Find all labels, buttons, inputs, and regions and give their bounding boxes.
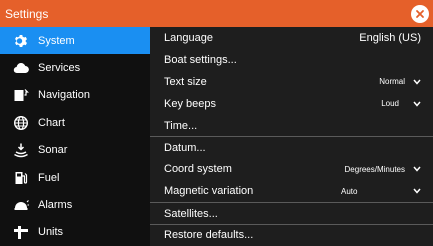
- gear-icon: [12, 32, 30, 50]
- magnetic-variation-dropdown[interactable]: Auto: [337, 183, 421, 200]
- sidebar-item-services[interactable]: Services: [0, 54, 150, 81]
- key-beeps-row: Key beeps Loud: [150, 93, 433, 115]
- boat-settings-label: Boat settings...: [164, 53, 237, 66]
- sidebar-item-label: Units: [38, 226, 64, 239]
- chevron-down-icon: [413, 101, 421, 107]
- sidebar-item-label: Sonar: [38, 144, 68, 157]
- boat-settings-row[interactable]: Boat settings...: [150, 49, 433, 71]
- chevron-down-icon: [413, 79, 421, 85]
- key-beeps-value: Loud: [381, 99, 399, 109]
- window-title: Settings: [5, 6, 49, 21]
- navigation-icon: [12, 86, 30, 104]
- satellites-label: Satellites...: [164, 207, 218, 220]
- close-button[interactable]: [411, 4, 429, 23]
- sidebar-item-label: Alarms: [38, 199, 73, 212]
- language-row[interactable]: Language English (US): [150, 27, 433, 49]
- sidebar-item-label: System: [38, 34, 75, 47]
- settings-sidebar: System Services Navigation Chart Sonar F…: [0, 27, 166, 246]
- key-beeps-label: Key beeps: [164, 97, 216, 110]
- sonar-icon: [12, 141, 30, 159]
- sidebar-item-system[interactable]: System: [0, 27, 166, 55]
- sidebar-item-sonar[interactable]: Sonar: [0, 137, 150, 164]
- time-row[interactable]: Time...: [150, 115, 433, 137]
- chevron-down-icon: [413, 188, 421, 194]
- text-size-label: Text size: [164, 75, 207, 88]
- magnetic-variation-row: Magnetic variation Auto: [150, 180, 433, 202]
- units-icon: [12, 223, 30, 241]
- sidebar-item-fuel[interactable]: Fuel: [0, 164, 150, 191]
- magnetic-variation-label: Magnetic variation: [164, 185, 254, 198]
- datum-row[interactable]: Datum...: [150, 136, 433, 158]
- sidebar-item-label: Services: [38, 62, 81, 75]
- datum-label: Datum...: [164, 141, 206, 154]
- language-label: Language: [164, 31, 213, 44]
- text-size-dropdown[interactable]: Normal: [379, 73, 421, 90]
- title-bar: Settings: [0, 0, 433, 27]
- sidebar-item-alarms[interactable]: Alarms: [0, 191, 150, 218]
- text-size-row: Text size Normal: [150, 71, 433, 93]
- text-size-value: Normal: [379, 77, 405, 87]
- alarm-icon: [12, 196, 30, 214]
- globe-icon: [12, 114, 30, 132]
- settings-panel: Language English (US) Boat settings... T…: [150, 27, 433, 246]
- coord-system-dropdown[interactable]: Degrees/Minutes: [345, 161, 421, 178]
- chevron-down-icon: [413, 166, 421, 172]
- sidebar-item-label: Fuel: [38, 171, 60, 184]
- sidebar-item-chart[interactable]: Chart: [0, 109, 150, 136]
- sidebar-item-label: Navigation: [38, 89, 90, 102]
- satellites-row[interactable]: Satellites...: [150, 202, 433, 224]
- sidebar-item-navigation[interactable]: Navigation: [0, 82, 150, 109]
- magnetic-variation-value: Auto: [341, 186, 358, 196]
- coord-system-label: Coord system: [164, 163, 232, 176]
- close-icon: [416, 9, 424, 18]
- time-label: Time...: [164, 119, 198, 132]
- restore-defaults-label: Restore defaults...: [164, 229, 254, 242]
- language-value: English (US): [359, 31, 421, 44]
- restore-defaults-row[interactable]: Restore defaults...: [150, 224, 433, 246]
- cloud-icon: [12, 59, 30, 77]
- fuel-pump-icon: [12, 169, 30, 187]
- key-beeps-dropdown[interactable]: Loud: [381, 95, 421, 112]
- sidebar-item-units[interactable]: Units: [0, 219, 150, 246]
- coord-system-row: Coord system Degrees/Minutes: [150, 158, 433, 180]
- sidebar-item-label: Chart: [38, 116, 65, 129]
- coord-system-value: Degrees/Minutes: [344, 164, 405, 174]
